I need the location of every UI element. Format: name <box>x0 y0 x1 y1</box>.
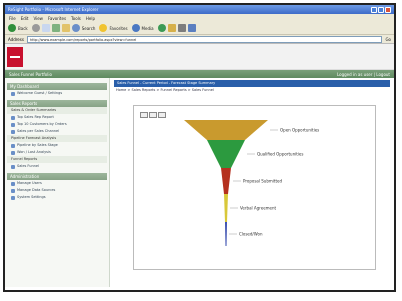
menu-file[interactable]: File <box>9 16 16 21</box>
users-icon <box>11 181 15 186</box>
funnel-stage-label: Open Opportunities <box>280 128 319 133</box>
chart-toolbar <box>140 112 166 118</box>
address-label: Address <box>8 36 24 42</box>
favorites-star-icon[interactable] <box>99 24 108 32</box>
forward-arrow-icon[interactable] <box>31 24 40 32</box>
window-title: ReSight Portfolio - Microsoft Internet E… <box>8 7 99 12</box>
history-icon[interactable] <box>157 24 166 32</box>
sidebar-item-top-customers[interactable]: Top 10 Customers by Orders <box>7 121 107 128</box>
link-icon <box>11 91 15 96</box>
sidebar-item-label: Welcome Guest / Settings <box>17 91 63 95</box>
sidebar-item-sales-channel[interactable]: Sales per Sales Channel <box>7 128 107 135</box>
menu-tools[interactable]: Tools <box>71 16 81 21</box>
sidebar-item-manage-users[interactable]: Manage Users <box>7 180 107 187</box>
stop-icon[interactable] <box>41 24 50 32</box>
report-icon <box>11 164 15 169</box>
browser-toolbar: Back Search Favorites Media <box>5 22 394 35</box>
breadcrumb[interactable]: Home > Sales Reports > Funnel Reports > … <box>114 87 390 93</box>
report-icon <box>11 115 15 120</box>
funnel-segment[interactable] <box>207 140 245 168</box>
search-icon[interactable] <box>71 24 80 32</box>
sidebar-item-label: Sales per Sales Channel <box>17 129 60 133</box>
address-bar: Address http://www.example.com/reports/p… <box>5 35 394 44</box>
sidebar-section-admin[interactable]: Administration <box>7 173 107 180</box>
app-header <box>5 44 394 70</box>
chart-panel: Open Opportunities Qualified Opportunitie… <box>133 105 376 270</box>
media-icon[interactable] <box>131 24 140 32</box>
home-icon[interactable] <box>61 24 70 32</box>
report-icon <box>11 150 15 155</box>
sidebar-item-pipeline-stage[interactable]: Pipeline by Sales Stage <box>7 142 107 149</box>
browser-window: ReSight Portfolio - Microsoft Internet E… <box>3 3 396 292</box>
sidebar-item-label: Pipeline by Sales Stage <box>17 143 58 147</box>
chart-print-icon[interactable] <box>140 112 148 118</box>
gear-icon <box>11 195 15 200</box>
sidebar-item-label: Manage Users <box>17 181 42 185</box>
report-header: Sales Funnel - Current Period - Forecast… <box>114 80 390 87</box>
menu-favorites[interactable]: Favorites <box>48 16 66 21</box>
report-icon <box>11 143 15 148</box>
company-logo <box>7 47 23 67</box>
funnel-stage-label: Qualified Opportunities <box>257 152 303 157</box>
sidebar-item-label: Top Sales Rep Report <box>17 115 54 119</box>
address-input[interactable]: http://www.example.com/reports/portfolio… <box>26 35 383 43</box>
app-nav-title: Sales Funnel Portfolio <box>9 71 52 77</box>
go-button[interactable]: Go <box>385 37 391 42</box>
sidebar: My Dashboard Welcome Guest / Settings Sa… <box>5 78 110 287</box>
title-bar: ReSight Portfolio - Microsoft Internet E… <box>5 5 394 14</box>
funnel-segment[interactable] <box>221 168 231 194</box>
mail-icon[interactable] <box>167 24 176 32</box>
funnel-stage-label: Proposal Submitted <box>243 179 282 184</box>
print-icon[interactable] <box>177 24 186 32</box>
sidebar-item-label: Won / Lost Analysis <box>17 150 51 154</box>
sidebar-subheading: Funnel Reports <box>7 156 107 163</box>
close-button[interactable] <box>385 6 391 13</box>
menu-edit[interactable]: Edit <box>21 16 29 21</box>
report-icon <box>11 129 15 134</box>
sidebar-section-dashboard[interactable]: My Dashboard <box>7 83 107 90</box>
main-content: Sales Funnel - Current Period - Forecast… <box>110 78 394 287</box>
refresh-icon[interactable] <box>51 24 60 32</box>
sidebar-item-won-lost[interactable]: Won / Lost Analysis <box>7 149 107 156</box>
sidebar-item-label: Manage Data Sources <box>17 188 56 192</box>
menu-bar: File Edit View Favorites Tools Help <box>5 14 394 22</box>
sidebar-item-system-settings[interactable]: System Settings <box>7 194 107 201</box>
back-button[interactable]: Back <box>18 26 28 31</box>
sidebar-subheading: Sales & Order Summaries <box>7 107 107 114</box>
edit-icon[interactable] <box>187 24 196 32</box>
sidebar-item-label: System Settings <box>17 195 46 199</box>
funnel-segment[interactable] <box>225 222 227 246</box>
chart-zoom-icon[interactable] <box>158 112 166 118</box>
chart-export-icon[interactable] <box>149 112 157 118</box>
minimize-button[interactable] <box>371 6 377 13</box>
sidebar-item-welcome[interactable]: Welcome Guest / Settings <box>7 90 107 97</box>
media-button[interactable]: Media <box>142 26 154 31</box>
sidebar-section-reports[interactable]: Sales Reports <box>7 100 107 107</box>
sidebar-item-label: Top 10 Customers by Orders <box>17 122 67 126</box>
search-button[interactable]: Search <box>82 26 96 31</box>
menu-view[interactable]: View <box>33 16 43 21</box>
app-nav-bar: Sales Funnel Portfolio Logged in as user… <box>5 70 394 78</box>
sidebar-subheading: Pipeline Forecast Analysis <box>7 135 107 142</box>
sidebar-item-sales-funnel[interactable]: Sales Funnel <box>7 163 107 170</box>
favorites-button[interactable]: Favorites <box>109 26 127 31</box>
sidebar-item-label: Sales Funnel <box>17 164 40 168</box>
sidebar-item-top-sales-rep[interactable]: Top Sales Rep Report <box>7 114 107 121</box>
user-links[interactable]: Logged in as user | Logout <box>337 72 390 77</box>
report-icon <box>11 122 15 127</box>
maximize-button[interactable] <box>378 6 384 13</box>
database-icon <box>11 188 15 193</box>
funnel-stage-label: Closed/Won <box>239 232 263 237</box>
funnel-chart: Open Opportunities Qualified Opportunitie… <box>184 120 319 246</box>
menu-help[interactable]: Help <box>86 16 95 21</box>
sidebar-item-data-sources[interactable]: Manage Data Sources <box>7 187 107 194</box>
funnel-segment[interactable] <box>224 194 228 222</box>
funnel-segment[interactable] <box>184 120 268 140</box>
funnel-stage-label: Verbal Agreement <box>240 206 277 211</box>
back-arrow-icon[interactable] <box>8 24 16 32</box>
